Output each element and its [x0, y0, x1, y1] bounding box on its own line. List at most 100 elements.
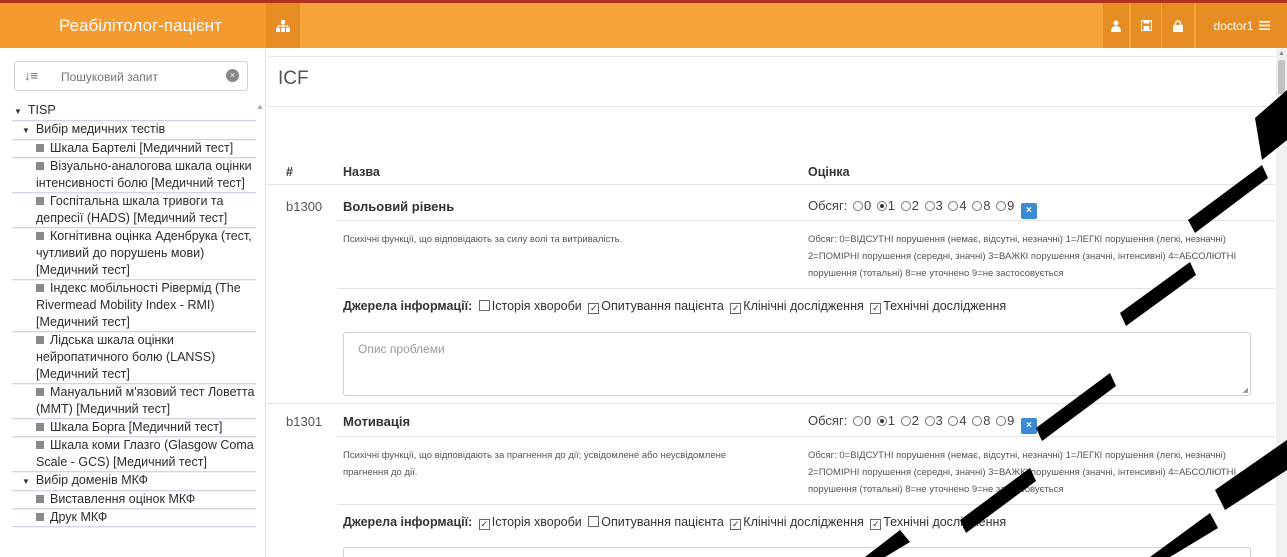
checkbox-clinical[interactable]: ✓ [730, 303, 742, 314]
tree-leaf-test[interactable]: Шкала Борга [Медичний тест] [12, 419, 256, 437]
column-header-name: Назва [343, 165, 380, 179]
row-divider [337, 220, 1275, 221]
radio-2[interactable] [900, 416, 911, 426]
header-divider [267, 56, 1275, 60]
save-button[interactable] [1131, 3, 1161, 48]
square-icon [36, 144, 44, 152]
square-icon [36, 513, 44, 521]
radio-4[interactable] [948, 416, 959, 426]
square-icon [36, 162, 44, 170]
radio-8[interactable] [972, 201, 983, 211]
item-description: Психічні функції, що відповідають за сил… [343, 234, 623, 245]
search-input[interactable] [61, 67, 211, 87]
tree-leaf-domain[interactable]: Друк МКФ [12, 509, 256, 527]
square-icon [36, 388, 44, 396]
row-divider [267, 403, 1275, 404]
checkbox-technical[interactable]: ✓ [870, 519, 882, 530]
item-code: b1300 [286, 199, 323, 214]
tree-leaf-test[interactable]: Індекс мобільності Рівермід (The Riverme… [12, 280, 256, 332]
problem-description-field[interactable]: Опис проблеми [343, 547, 1251, 557]
square-icon [36, 336, 44, 344]
scale-label: Обсяг: [808, 198, 848, 213]
checkbox-history[interactable]: ✓ [478, 519, 490, 530]
radio-9[interactable] [996, 416, 1007, 426]
resize-grip-icon[interactable]: ◢ [1243, 386, 1248, 394]
tree-node-medical-tests[interactable]: ▼ Вибір медичних тестів [12, 121, 256, 140]
column-header-rating: Оцінка [808, 165, 850, 179]
radio-2[interactable] [900, 201, 911, 211]
checkbox-technical[interactable]: ✓ [870, 303, 882, 314]
sidebar: ↓≡ × ▼TISP ▼Вибір медичних тестів Шкала … [0, 48, 266, 557]
radio-4[interactable] [948, 201, 959, 211]
scale-legend: Обсяг: 0=ВІДСУТНІ порушення (немає, відс… [808, 234, 1237, 279]
info-sources: Джерела інформації: Історія хвороби ✓ Опи… [343, 299, 1007, 314]
caret-down-icon[interactable]: ▼ [14, 103, 22, 120]
tree-leaf-test[interactable]: Когнітивна оцінка Аденбрука (тест, чутли… [12, 228, 256, 280]
tree-leaf-test[interactable]: Мануальний м'язовий тест Ловетта (MMT) [… [12, 384, 256, 419]
scale-legend: Обсяг: 0=ВІДСУТНІ порушення (немає, відс… [808, 450, 1237, 495]
lock-button[interactable] [1162, 3, 1194, 48]
scroll-up-icon[interactable]: ▲ [1278, 50, 1285, 57]
person-button[interactable] [1103, 3, 1129, 48]
tree-leaf-domain[interactable]: Виставлення оцінок МКФ [12, 491, 256, 509]
search-box: ↓≡ × [14, 61, 248, 91]
square-icon [36, 197, 44, 205]
tree-leaf-test[interactable]: Шкала коми Глазго (Glasgow Coma Scale - … [12, 437, 256, 472]
item-name: Вольовий рівень [343, 199, 455, 214]
row-divider [337, 288, 1275, 289]
square-icon [36, 441, 44, 449]
tree-leaf-test[interactable]: Шкала Бартелі [Медичний тест] [12, 140, 256, 158]
square-icon [36, 232, 44, 240]
scale-label: Обсяг: [808, 413, 848, 428]
radio-1[interactable] [876, 201, 887, 211]
square-icon [36, 495, 44, 503]
sitemap-button[interactable] [266, 3, 300, 48]
clear-rating-button[interactable]: × [1020, 418, 1037, 434]
person-icon [1111, 20, 1121, 32]
checkbox-history[interactable] [478, 300, 490, 311]
radio-0[interactable] [852, 201, 863, 211]
caret-down-icon[interactable]: ▼ [22, 473, 30, 490]
caret-down-icon[interactable]: ▼ [22, 122, 30, 139]
checkbox-clinical[interactable]: ✓ [730, 519, 742, 530]
tree-scroll-up-icon[interactable]: ▲ [256, 102, 264, 111]
radio-1[interactable] [876, 416, 887, 426]
row-divider [337, 504, 1275, 505]
radio-0[interactable] [852, 416, 863, 426]
scrollbar-thumb[interactable] [1278, 60, 1285, 94]
tree-leaf-test[interactable]: Лідська шкала оцінки нейропатичного болю… [12, 332, 256, 384]
radio-8[interactable] [972, 416, 983, 426]
menu-icon [1258, 21, 1270, 30]
clear-search-icon[interactable]: × [226, 69, 239, 82]
sort-icon[interactable]: ↓≡ [24, 68, 38, 83]
header-row-divider [267, 184, 1275, 185]
info-sources: Джерела інформації: ✓ Історія хвороби Опи… [343, 515, 1007, 530]
radio-3[interactable] [924, 201, 935, 211]
rating-scale: Обсяг: 0 1 2 3 4 8 9 × [808, 198, 1037, 219]
tree-leaf-test[interactable]: Госпітальна шкала тривоги та депресії (H… [12, 193, 256, 228]
lock-icon [1173, 19, 1183, 32]
tree-node-tisp[interactable]: ▼ TISP [12, 102, 256, 121]
clear-rating-button[interactable]: × [1020, 203, 1037, 219]
radio-3[interactable] [924, 416, 935, 426]
checkbox-survey[interactable]: ✓ [588, 303, 600, 314]
checkbox-survey[interactable] [588, 516, 600, 527]
row-divider [337, 436, 1275, 437]
app-brand[interactable]: Реабілітолог-пацієнт [0, 3, 266, 48]
sources-label: Джерела інформації: [343, 515, 473, 529]
title-divider [267, 106, 1275, 107]
user-menu[interactable]: doctor1 [1196, 3, 1287, 48]
column-header-num: # [286, 165, 293, 179]
tree-view: ▼ TISP ▼ Вибір медичних тестів Шкала Барте… [12, 102, 256, 527]
page-title: ICF [278, 68, 309, 89]
save-icon [1140, 20, 1152, 31]
tree-leaf-test[interactable]: Візуально-аналогова шкала оцінки інтенси… [12, 158, 256, 193]
top-navbar: Реабілітолог-пацієнт doctor1 [0, 3, 1287, 48]
square-icon [36, 423, 44, 431]
tree-node-icf-domains[interactable]: ▼ Вибір доменів МКФ [12, 472, 256, 491]
main-scrollbar[interactable]: ▲ [1276, 48, 1287, 557]
rating-scale: Обсяг: 0 1 2 3 4 8 9 × [808, 413, 1037, 434]
radio-9[interactable] [996, 201, 1007, 211]
sources-label: Джерела інформації: [343, 299, 473, 313]
problem-description-field[interactable]: Опис проблеми ◢ [343, 332, 1251, 396]
